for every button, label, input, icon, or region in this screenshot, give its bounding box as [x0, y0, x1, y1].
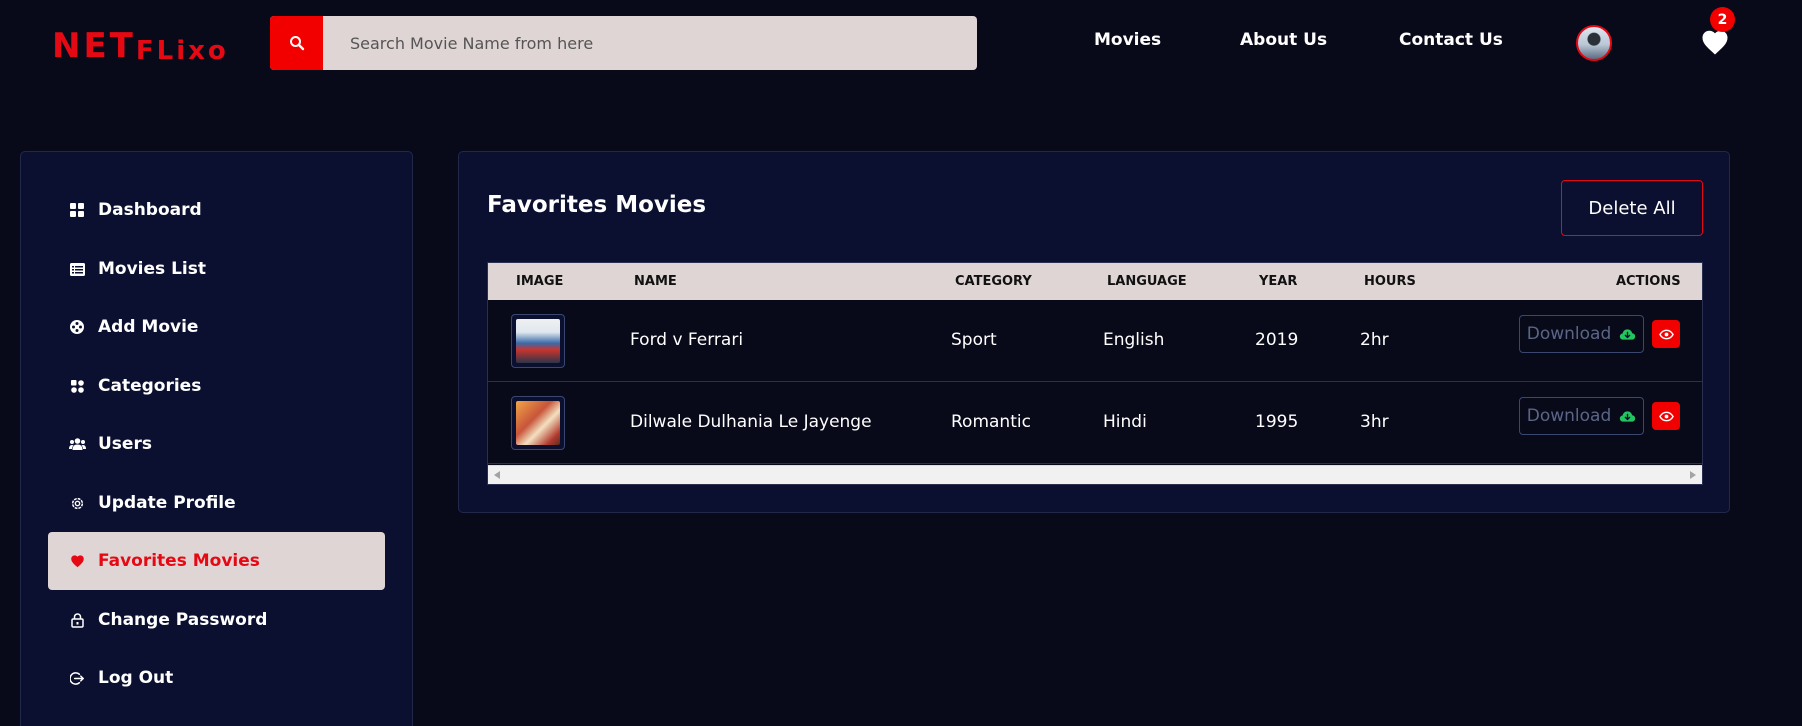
sidebar-item-categories[interactable]: Categories	[48, 357, 385, 415]
scroll-left-arrow-icon[interactable]	[494, 471, 500, 479]
movie-thumbnail[interactable]	[511, 314, 565, 368]
download-button[interactable]: Download	[1519, 315, 1644, 353]
lock-icon	[68, 611, 86, 629]
download-label: Download	[1526, 406, 1612, 426]
favorites-panel: Favorites Movies Delete All IMAGE NAME C…	[458, 151, 1730, 513]
nav-contact-us[interactable]: Contact Us	[1399, 30, 1503, 50]
users-icon	[68, 435, 86, 453]
heart-icon	[1702, 30, 1728, 55]
movie-name: Ford v Ferrari	[630, 330, 744, 350]
favorites-count-badge: 2	[1710, 7, 1735, 32]
view-button[interactable]	[1652, 402, 1680, 430]
page-title: Favorites Movies	[487, 192, 707, 218]
logo[interactable]: NET FLixo	[52, 26, 229, 66]
sidebar-item-label: Dashboard	[98, 200, 202, 220]
nav-about-us[interactable]: About Us	[1240, 30, 1327, 50]
gear-icon	[68, 494, 86, 512]
sidebar-item-favorites-movies[interactable]: Favorites Movies	[48, 532, 385, 590]
movie-hours: 2hr	[1360, 330, 1389, 350]
sidebar-item-dashboard[interactable]: Dashboard	[48, 181, 385, 239]
column-header-hours: HOURS	[1364, 274, 1416, 289]
sidebar-item-label: Change Password	[98, 610, 268, 630]
table-row: Ford v Ferrari Sport English 2019 2hr Do…	[488, 300, 1702, 382]
eye-icon	[1658, 411, 1674, 421]
sidebar-item-label: Categories	[98, 376, 202, 396]
movie-poster-image	[516, 319, 560, 363]
logo-part-1: NET	[52, 26, 136, 66]
sidebar-item-label: Movies List	[98, 259, 206, 279]
sidebar-item-label: Update Profile	[98, 493, 236, 513]
sidebar-item-change-password[interactable]: Change Password	[48, 591, 385, 649]
scroll-right-arrow-icon[interactable]	[1690, 471, 1696, 479]
list-icon	[68, 260, 86, 278]
sidebar-item-log-out[interactable]: Log Out	[48, 649, 385, 707]
film-reel-icon	[68, 318, 86, 336]
view-button[interactable]	[1652, 320, 1680, 348]
movie-hours: 3hr	[1360, 412, 1389, 432]
logo-part-2: FLixo	[135, 36, 229, 66]
download-label: Download	[1526, 324, 1612, 344]
horizontal-scrollbar[interactable]	[488, 465, 1702, 484]
sidebar-item-users[interactable]: Users	[48, 415, 385, 473]
movie-category: Sport	[951, 330, 997, 350]
column-header-actions: ACTIONS	[1616, 274, 1681, 289]
avatar[interactable]	[1576, 25, 1612, 61]
sidebar-item-movies-list[interactable]: Movies List	[48, 240, 385, 298]
sidebar-item-label: Log Out	[98, 668, 174, 688]
nav-movies[interactable]: Movies	[1094, 30, 1161, 50]
search-input[interactable]	[323, 16, 977, 70]
search-button[interactable]	[270, 16, 323, 70]
sidebar-item-label: Users	[98, 434, 152, 454]
table-header: IMAGE NAME CATEGORY LANGUAGE YEAR HOURS …	[488, 263, 1702, 300]
sidebar-item-label: Add Movie	[98, 317, 199, 337]
column-header-language: LANGUAGE	[1107, 274, 1187, 289]
cloud-download-icon	[1620, 410, 1636, 422]
search-icon	[289, 36, 304, 51]
sidebar-item-update-profile[interactable]: Update Profile	[48, 474, 385, 532]
movie-poster-image	[516, 401, 560, 445]
cloud-download-icon	[1620, 328, 1636, 340]
column-header-name: NAME	[634, 274, 677, 289]
movie-year: 2019	[1255, 330, 1299, 350]
categories-icon	[68, 377, 86, 395]
column-header-year: YEAR	[1259, 274, 1298, 289]
dashboard-icon	[68, 201, 86, 219]
movie-thumbnail[interactable]	[511, 396, 565, 450]
eye-icon	[1658, 329, 1674, 339]
sidebar-item-label: Favorites Movies	[98, 551, 260, 571]
table-row: Dilwale Dulhania Le Jayenge Romantic Hin…	[488, 382, 1702, 464]
sidebar: Dashboard Movies List Add Movie Categori…	[20, 151, 413, 726]
movie-name: Dilwale Dulhania Le Jayenge	[630, 412, 872, 432]
delete-all-button[interactable]: Delete All	[1561, 180, 1703, 236]
favorites-button[interactable]	[1700, 28, 1732, 58]
sidebar-item-add-movie[interactable]: Add Movie	[48, 298, 385, 356]
heart-icon	[68, 552, 86, 570]
logout-icon	[68, 669, 86, 687]
movie-category: Romantic	[951, 412, 1031, 432]
column-header-category: CATEGORY	[955, 274, 1032, 289]
movie-language: Hindi	[1103, 412, 1147, 432]
movie-year: 1995	[1255, 412, 1299, 432]
download-button[interactable]: Download	[1519, 397, 1644, 435]
favorites-table: IMAGE NAME CATEGORY LANGUAGE YEAR HOURS …	[487, 262, 1703, 485]
column-header-image: IMAGE	[516, 274, 564, 289]
movie-language: English	[1103, 330, 1165, 350]
search-bar	[270, 16, 977, 70]
